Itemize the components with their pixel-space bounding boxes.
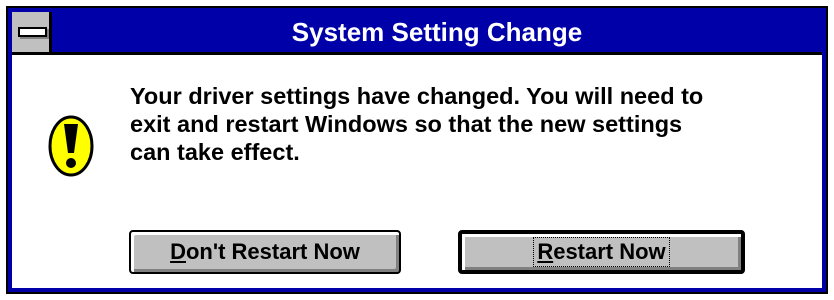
restart-now-label: Restart Now [533, 237, 670, 267]
restart-label-text: estart Now [553, 239, 666, 264]
system-setting-change-dialog: System Setting Change Your driver settin… [6, 6, 828, 294]
minus-bar-icon [18, 27, 47, 37]
window-title: System Setting Change [291, 17, 583, 47]
dont-restart-now-label: Don't Restart Now [170, 239, 360, 265]
exclamation-icon [48, 115, 94, 177]
dont-restart-label-text: on't Restart Now [185, 239, 360, 264]
dont-restart-now-button[interactable]: Don't Restart Now [129, 230, 401, 274]
restart-now-button[interactable]: Restart Now [458, 230, 745, 274]
mnemonic-r: R [537, 239, 554, 264]
mnemonic-d: D [170, 239, 186, 264]
system-menu-button[interactable] [12, 12, 52, 52]
title-bar[interactable]: System Setting Change [12, 12, 822, 55]
message-text: Your driver settings have changed. You w… [130, 83, 704, 165]
